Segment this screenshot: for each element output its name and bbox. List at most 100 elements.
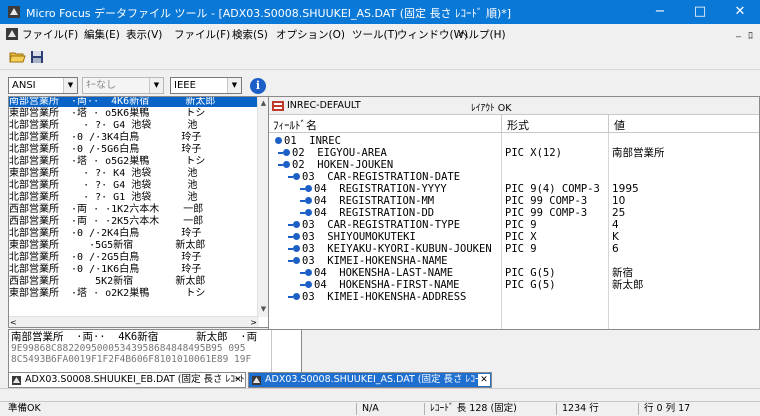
save-icon[interactable] bbox=[28, 48, 46, 66]
record-row[interactable]: 北部営業所 · ?· G4 池袋 池 bbox=[9, 181, 257, 191]
record-row[interactable]: 北部営業所 ·塔 · o5G2巣鴨 トシ bbox=[9, 157, 257, 167]
record-row[interactable]: 北部営業所 ·0 /·2G5白鳥 玲子 bbox=[9, 253, 257, 263]
field-value[interactable]: 新太郎 bbox=[612, 279, 644, 291]
status-row-count: 1234 行 bbox=[562, 403, 599, 414]
tab-shuukei-eb[interactable]: ADX03.S0008.SHUUKEI_EB.DAT (固定 長さ ﾚｺｰﾄﾞ順… bbox=[8, 372, 246, 388]
field-format: PIC G(5) bbox=[505, 279, 556, 291]
close-icon[interactable]: ✕ bbox=[232, 374, 244, 386]
info-icon[interactable]: i bbox=[250, 78, 266, 94]
tab-shuukei-as[interactable]: ADX03.S0008.SHUUKEI_AS.DAT (固定 長さ ﾚｺｰﾄﾞ … bbox=[248, 372, 492, 388]
record-row[interactable]: 北部営業所 ·0 /·1K6白鳥 玲子 bbox=[9, 265, 257, 275]
record-row[interactable]: 北部営業所 ·0 /·3K4白鳥 玲子 bbox=[9, 133, 257, 143]
layout-status: ﾚｲｱｳﾄ OK bbox=[471, 103, 512, 114]
record-row-selected[interactable]: 南部営業所 ·両·· 4K6新宿 新太郎 bbox=[9, 97, 257, 107]
layout-row[interactable]: 04 REGISTRATION-DD PIC 99 COMP-3 25 bbox=[269, 207, 759, 219]
scroll-left-icon[interactable]: < bbox=[10, 317, 17, 327]
field-node-icon bbox=[293, 293, 300, 300]
field-value[interactable]: 25 bbox=[612, 207, 625, 219]
record-row[interactable]: 北部営業所 · ?· G4 池袋 池 bbox=[9, 121, 257, 131]
field-value[interactable]: 10 bbox=[612, 195, 625, 207]
horizontal-scrollbar[interactable]: < > bbox=[9, 316, 259, 327]
layout-row[interactable]: 04 REGISTRATION-YYYY PIC 9(4) COMP-3 1995 bbox=[269, 183, 759, 195]
layout-row[interactable]: 04 REGISTRATION-MM PIC 99 COMP-3 10 bbox=[269, 195, 759, 207]
field-name: 03 KEIYAKU-KYORI-KUBUN-JOUKEN bbox=[302, 243, 492, 255]
field-node-icon bbox=[283, 161, 290, 168]
column-separator[interactable] bbox=[608, 115, 609, 133]
menu-view[interactable]: 表示(V) bbox=[126, 27, 162, 42]
menu-file[interactable]: ファイル(F) bbox=[22, 27, 78, 42]
record-hex-view[interactable]: 南部営業所 ·両·· 4K6新宿 新太郎 ·両 9E99868C88220950… bbox=[8, 329, 302, 374]
maximize-button[interactable]: □ bbox=[680, 0, 720, 24]
field-node-icon bbox=[293, 257, 300, 264]
layout-row[interactable]: 03 CAR-REGISTRATION-TYPE PIC 9 4 bbox=[269, 219, 759, 231]
menu-edit[interactable]: 編集(E) bbox=[84, 27, 120, 42]
key-select[interactable]: ｷｰなし ▼ bbox=[82, 77, 164, 94]
field-node-icon bbox=[305, 209, 312, 216]
column-separator[interactable] bbox=[501, 115, 502, 133]
field-name: 03 SHIYOUMOKUTEKI bbox=[302, 231, 416, 243]
menu-tools[interactable]: ツール(T) bbox=[352, 27, 398, 42]
record-row[interactable]: 東部営業所 ·5G5新宿 新太郎 bbox=[9, 241, 257, 251]
mdi-restore-button[interactable]: ﾛ bbox=[748, 27, 753, 42]
field-format: PIC 99 COMP-3 bbox=[505, 207, 588, 219]
field-value[interactable]: 1995 bbox=[612, 183, 639, 195]
field-name: 04 REGISTRATION-MM bbox=[314, 195, 435, 207]
layout-row[interactable]: 04 HOKENSHA-LAST-NAME PIC G(5) 新宿 bbox=[269, 267, 759, 279]
record-list[interactable]: 南部営業所 ·両·· 4K6新宿 新太郎 東部営業所 ·塔 · o5K6巣鴨 トシ… bbox=[8, 96, 270, 328]
field-name: 01 INREC bbox=[284, 135, 341, 147]
file-icon bbox=[252, 376, 261, 385]
layout-row[interactable]: 03 CAR-REGISTRATION-DATE bbox=[269, 171, 759, 183]
record-row[interactable]: 西部営業所 5K2新宿 新太郎 bbox=[9, 277, 257, 287]
open-folder-icon[interactable] bbox=[8, 48, 26, 66]
field-node-icon bbox=[275, 137, 282, 144]
layout-row[interactable]: 03 SHIYOUMOKUTEKI PIC X K bbox=[269, 231, 759, 243]
menu-search[interactable]: 検索(S) bbox=[232, 27, 268, 42]
menu-options[interactable]: オプション(O) bbox=[276, 27, 345, 42]
divider bbox=[556, 403, 557, 415]
field-value[interactable]: 新宿 bbox=[612, 267, 633, 279]
record-row[interactable]: 東部営業所 · ?· K4 池袋 池 bbox=[9, 169, 257, 179]
record-row[interactable]: 北部営業所 ·0 /·5G6白鳥 玲子 bbox=[9, 145, 257, 155]
field-name: 04 REGISTRATION-DD bbox=[314, 207, 435, 219]
column-headers: ﾌｨｰﾙﾄﾞ名 形式 値 bbox=[269, 115, 759, 133]
column-format[interactable]: 形式 bbox=[507, 117, 529, 133]
record-row[interactable]: 西部営業所 ·両 · ·1K2六本木 一郎 bbox=[9, 205, 257, 215]
field-value[interactable]: 南部営業所 bbox=[612, 147, 665, 159]
minimize-button[interactable]: − bbox=[640, 0, 680, 24]
scroll-right-icon[interactable]: > bbox=[250, 317, 257, 327]
menu-file-2[interactable]: ファイル(F) bbox=[174, 27, 230, 42]
layout-row[interactable]: 02 HOKEN-JOUKEN bbox=[269, 159, 759, 171]
chevron-down-icon: ▼ bbox=[227, 78, 241, 93]
record-row[interactable]: 西部営業所 ·両 · ·2K5六本木 一郎 bbox=[9, 217, 257, 227]
record-row[interactable]: 東部営業所 ·塔 · o2K2巣鴨 トシ bbox=[9, 289, 257, 299]
field-value[interactable]: K bbox=[612, 231, 619, 243]
column-value[interactable]: 値 bbox=[614, 117, 625, 133]
close-icon[interactable]: ✕ bbox=[478, 374, 490, 386]
field-node-icon bbox=[305, 281, 312, 288]
key-value: ｷｰなし bbox=[86, 80, 116, 91]
record-row[interactable]: 東部営業所 ·塔 · o5K6巣鴨 トシ bbox=[9, 109, 257, 119]
app-menu-icon[interactable] bbox=[6, 28, 18, 40]
field-node-icon bbox=[305, 269, 312, 276]
mdi-minimize-button[interactable]: _ bbox=[736, 27, 741, 38]
column-field-name[interactable]: ﾌｨｰﾙﾄﾞ名 bbox=[273, 117, 317, 133]
record-row[interactable]: 北部営業所 ·0 /·2K4白鳥 玲子 bbox=[9, 229, 257, 239]
status-bar: 準備OK N/A ﾚｺｰﾄﾞ 長 128 (固定) 1234 行 行 0 列 1… bbox=[0, 401, 760, 416]
close-button[interactable]: ✕ bbox=[720, 0, 760, 24]
field-value[interactable]: 4 bbox=[612, 219, 619, 231]
splitter[interactable] bbox=[0, 388, 760, 400]
layout-row[interactable]: 03 KEIYAKU-KYORI-KUBUN-JOUKEN PIC 9 6 bbox=[269, 243, 759, 255]
app-icon bbox=[8, 6, 20, 18]
menu-help[interactable]: ヘルプ(H) bbox=[458, 27, 506, 42]
float-format-select[interactable]: IEEE ▼ bbox=[170, 77, 242, 94]
record-row[interactable]: 北部営業所 · ?· G1 池袋 池 bbox=[9, 193, 257, 203]
chevron-down-icon: ▼ bbox=[63, 78, 77, 93]
layout-row[interactable]: 03 KIMEI-HOKENSHA-NAME bbox=[269, 255, 759, 267]
layout-row[interactable]: 01 INREC bbox=[269, 135, 759, 147]
charset-select[interactable]: ANSI ▼ bbox=[8, 77, 78, 94]
layout-row[interactable]: 04 HOKENSHA-FIRST-NAME PIC G(5) 新太郎 bbox=[269, 279, 759, 291]
record-layout-pane[interactable]: INREC-DEFAULT ﾚｲｱｳﾄ OK ﾌｨｰﾙﾄﾞ名 形式 値 01 I… bbox=[268, 96, 760, 330]
field-value[interactable]: 6 bbox=[612, 243, 619, 255]
layout-row[interactable]: 02 EIGYOU-AREA PIC X(12) 南部営業所 bbox=[269, 147, 759, 159]
layout-row[interactable]: 03 KIMEI-HOKENSHA-ADDRESS bbox=[269, 291, 759, 303]
